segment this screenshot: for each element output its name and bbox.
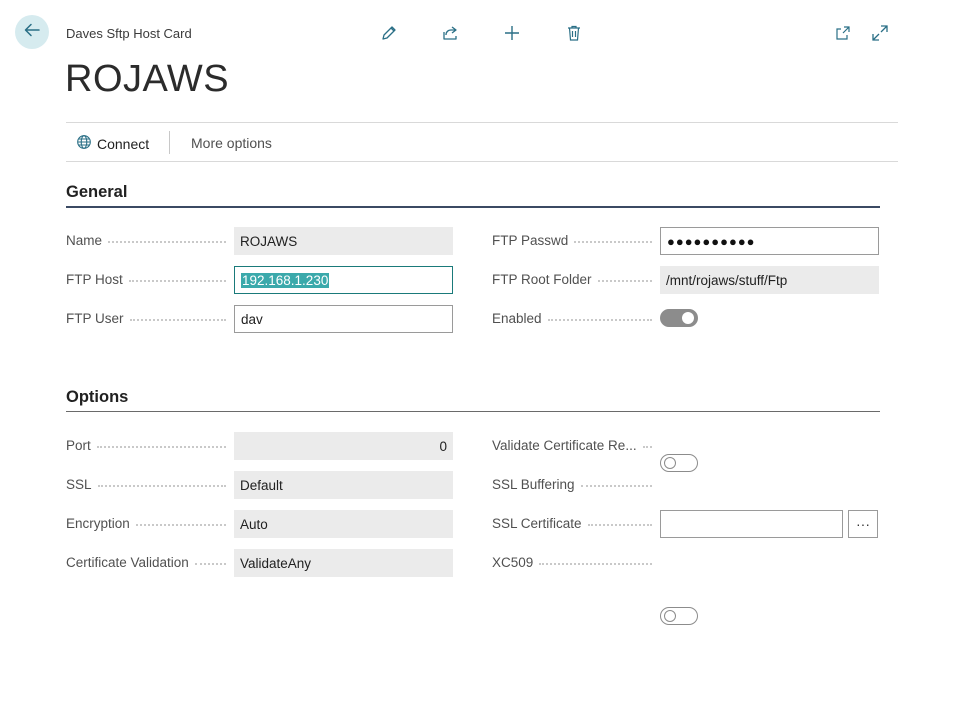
page-title: ROJAWS [65, 58, 230, 100]
ftp-root-folder-field: /mnt/rojaws/stuff/Ftp [660, 266, 879, 294]
general-section-title[interactable]: General [66, 183, 127, 202]
ssl-certificate-label: SSL Certificate [492, 516, 652, 531]
name-field: ROJAWS [234, 227, 453, 255]
encryption-field: Auto [234, 510, 453, 538]
ftp-host-input[interactable]: 192.168.1.230 [234, 266, 453, 294]
new-plus-icon[interactable] [501, 22, 523, 44]
certificate-validation-label: Certificate Validation [66, 555, 226, 570]
globe-icon [76, 134, 92, 153]
more-options-action[interactable]: More options [191, 135, 272, 151]
connect-label: Connect [97, 135, 150, 152]
action-separator [169, 131, 170, 154]
ftp-host-selected-text: 192.168.1.230 [241, 272, 330, 288]
delete-trash-icon[interactable] [563, 22, 585, 44]
xc509-toggle[interactable] [660, 607, 698, 625]
share-icon[interactable] [439, 22, 461, 44]
open-new-window-icon[interactable] [832, 22, 854, 44]
ftp-user-input[interactable]: dav [234, 305, 453, 333]
ssl-certificate-input[interactable] [660, 510, 843, 538]
ftp-host-label: FTP Host [66, 272, 226, 287]
xc509-label: XC509 [492, 555, 652, 570]
ftp-root-folder-label: FTP Root Folder [492, 272, 652, 287]
validate-certificate-toggle[interactable] [660, 454, 698, 472]
ssl-buffering-label: SSL Buffering [492, 477, 652, 492]
general-section-rule [66, 206, 880, 208]
connect-action[interactable]: Connect [76, 134, 149, 153]
ssl-field: Default [234, 471, 453, 499]
back-button[interactable] [15, 15, 49, 49]
port-field: 0 [234, 432, 453, 460]
edit-pencil-icon[interactable] [378, 22, 400, 44]
enabled-toggle[interactable] [660, 309, 698, 327]
ftp-user-label: FTP User [66, 311, 226, 326]
port-label: Port [66, 438, 226, 453]
expand-icon[interactable] [869, 22, 891, 44]
validate-certificate-label: Validate Certificate Re... [492, 438, 652, 453]
ftp-passwd-label: FTP Passwd [492, 233, 652, 248]
ssl-label: SSL [66, 477, 226, 492]
action-bar-top-divider [66, 122, 898, 123]
name-label: Name [66, 233, 226, 248]
ftp-passwd-input[interactable]: ●●●●●●●●●● [660, 227, 879, 255]
enabled-label: Enabled [492, 311, 652, 326]
options-section-title[interactable]: Options [66, 388, 128, 407]
encryption-label: Encryption [66, 516, 226, 531]
page-caption: Daves Sftp Host Card [66, 26, 192, 41]
options-section-rule [66, 411, 880, 412]
back-arrow-icon [23, 21, 41, 44]
ssl-certificate-lookup-button[interactable]: ··· [848, 510, 878, 538]
action-bar-bottom-divider [66, 161, 898, 162]
certificate-validation-field: ValidateAny [234, 549, 453, 577]
